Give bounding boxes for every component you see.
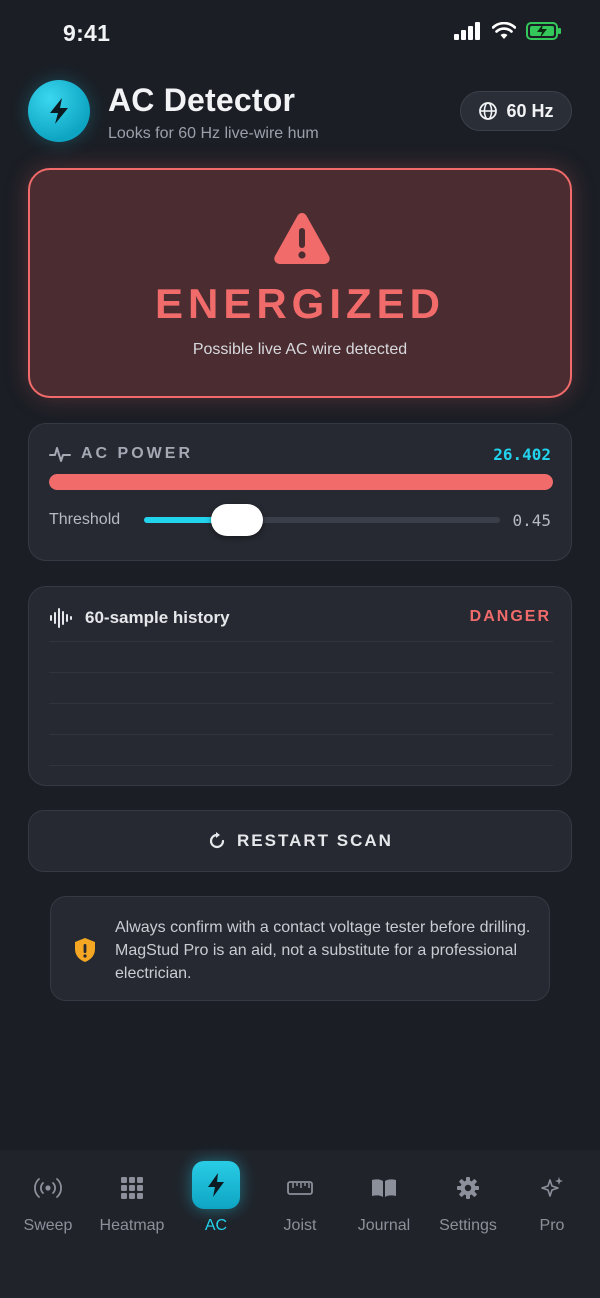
gridline bbox=[49, 672, 553, 673]
app-title: AC Detector bbox=[108, 82, 296, 118]
status-icons bbox=[454, 22, 562, 40]
threshold-label: Threshold bbox=[49, 511, 121, 528]
pulse-icon bbox=[49, 447, 71, 462]
restart-scan-button[interactable]: RESTART SCAN bbox=[28, 810, 572, 872]
refresh-icon bbox=[209, 832, 225, 849]
battery-charging-icon bbox=[526, 22, 561, 40]
history-status: DANGER bbox=[469, 608, 551, 625]
gridline bbox=[49, 703, 553, 704]
ac-power-meter-fill bbox=[49, 474, 553, 490]
tab-sweep[interactable]: Sweep bbox=[6, 1160, 90, 1240]
status-time: 9:41 bbox=[63, 20, 111, 46]
safety-disclaimer: Always confirm with a contact voltage te… bbox=[50, 896, 550, 1001]
ac-power-label: AC POWER bbox=[81, 445, 193, 462]
gear-icon bbox=[450, 1170, 486, 1206]
frequency-label: 60 Hz bbox=[506, 100, 554, 121]
bolt-icon bbox=[50, 98, 68, 124]
tab-label: Heatmap bbox=[99, 1217, 165, 1234]
book-icon bbox=[366, 1170, 402, 1206]
gridline bbox=[49, 765, 553, 766]
tab-label: Pro bbox=[539, 1217, 565, 1234]
bolt-icon bbox=[192, 1161, 240, 1209]
waveform-icon bbox=[50, 608, 72, 628]
signal-icon bbox=[454, 22, 480, 40]
tab-label: Settings bbox=[439, 1217, 497, 1234]
ruler-icon bbox=[282, 1170, 318, 1206]
ac-power-meter bbox=[49, 474, 553, 490]
radar-icon bbox=[30, 1170, 66, 1206]
ac-power-value: 26.402 bbox=[493, 445, 551, 464]
status-bar: 9:41 bbox=[0, 0, 600, 70]
threshold-slider-thumb[interactable] bbox=[210, 504, 263, 536]
tab-ac[interactable]: AC bbox=[174, 1160, 258, 1240]
tab-joist[interactable]: Joist bbox=[258, 1160, 342, 1240]
shield-warning-icon bbox=[75, 938, 95, 962]
warning-icon bbox=[274, 213, 330, 264]
globe-icon bbox=[479, 102, 498, 120]
tab-pro[interactable]: Pro bbox=[510, 1160, 594, 1240]
tab-label: Joist bbox=[283, 1217, 317, 1234]
tab-settings[interactable]: Settings bbox=[426, 1160, 510, 1240]
tab-heatmap[interactable]: Heatmap bbox=[90, 1160, 174, 1240]
app-subtitle: Looks for 60 Hz live-wire hum bbox=[108, 125, 319, 142]
tab-journal[interactable]: Journal bbox=[342, 1160, 426, 1240]
tab-label: Sweep bbox=[23, 1217, 73, 1234]
header: AC Detector Looks for 60 Hz live-wire hu… bbox=[28, 78, 572, 148]
frequency-selector[interactable]: 60 Hz bbox=[460, 91, 572, 131]
gridline bbox=[49, 734, 553, 735]
disclaimer-text: Always confirm with a contact voltage te… bbox=[115, 919, 531, 982]
alert-title: ENERGIZED bbox=[154, 280, 446, 327]
restart-scan-label: RESTART SCAN bbox=[237, 831, 393, 850]
ac-power-card: AC POWER 26.402 Threshold 0.45 bbox=[28, 423, 572, 561]
gridline bbox=[49, 641, 553, 642]
threshold-value: 0.45 bbox=[512, 511, 551, 530]
sparkle-icon bbox=[534, 1170, 570, 1206]
history-label: 60-sample history bbox=[85, 608, 230, 627]
threshold-slider[interactable] bbox=[144, 504, 500, 536]
grid-icon bbox=[114, 1170, 150, 1206]
history-card: 60-sample history DANGER bbox=[28, 586, 572, 786]
alert-card: ENERGIZED Possible live AC wire detected bbox=[28, 168, 572, 398]
app-logo bbox=[28, 80, 90, 142]
history-chart bbox=[49, 639, 553, 769]
tab-label: Journal bbox=[357, 1217, 411, 1234]
wifi-icon bbox=[492, 22, 516, 39]
tab-label: AC bbox=[204, 1217, 228, 1234]
alert-subtitle: Possible live AC wire detected bbox=[192, 341, 408, 358]
